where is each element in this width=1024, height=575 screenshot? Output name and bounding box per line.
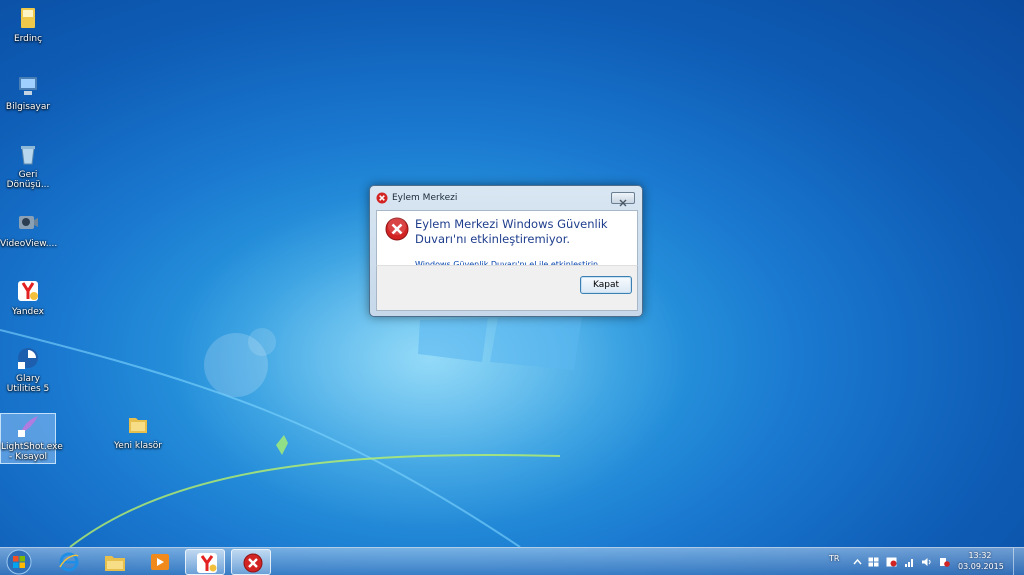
- computer-icon: [19, 77, 37, 95]
- taskbar-file-explorer[interactable]: [94, 549, 134, 575]
- desktop-icon-label: LightShot.exe - Kısayol: [1, 442, 63, 462]
- taskbar-internet-explorer[interactable]: [48, 549, 88, 575]
- volume-icon[interactable]: [921, 557, 932, 567]
- internet-explorer-icon: [59, 552, 79, 572]
- desktop-icon-label: Glary Utilities 5: [6, 374, 50, 394]
- taskbar-yandex[interactable]: [185, 549, 225, 575]
- clock-time: 13:32: [968, 551, 992, 560]
- desktop-icon-label: Erdinç: [13, 34, 43, 44]
- start-button[interactable]: [4, 549, 34, 575]
- desktop-icon-yeni-klasor[interactable]: Yeni klasör: [110, 413, 166, 451]
- desktop-icon-yandex[interactable]: Yandex: [0, 279, 56, 317]
- error-icon: [243, 553, 263, 573]
- file-explorer-icon: [105, 556, 125, 571]
- close-button[interactable]: Kapat: [580, 276, 632, 294]
- error-icon: [376, 192, 388, 204]
- desktop-icon-lightshot[interactable]: LightShot.exe - Kısayol: [0, 413, 63, 464]
- dialog-content: Eylem Merkezi Windows Güvenlik Duvarı'nı…: [376, 210, 638, 269]
- desktop-icon-label: Bilgisayar: [5, 102, 51, 112]
- glary-utilities-icon: [18, 348, 38, 369]
- desktop-icon-videoview[interactable]: VideoView....: [0, 211, 58, 249]
- folder-icon: [129, 418, 147, 433]
- windows-logo-icon: [6, 549, 32, 575]
- desktop-icon-glary-utilities[interactable]: Glary Utilities 5: [0, 346, 56, 394]
- user-folder-icon: [21, 8, 35, 28]
- show-desktop-button[interactable]: [1013, 548, 1024, 575]
- show-hidden-icons-arrow-icon[interactable]: [852, 557, 863, 567]
- dialog-titlebar[interactable]: Eylem Merkezi: [370, 186, 642, 210]
- action-center-dialog: Eylem Merkezi Eylem Merkezi Windows Güve…: [369, 185, 643, 317]
- dialog-message: Eylem Merkezi Windows Güvenlik Duvarı'nı…: [415, 217, 608, 246]
- yandex-browser-icon: [18, 281, 38, 301]
- taskbar: TR 13:32 03.09.2015: [0, 547, 1024, 575]
- media-player-icon: [151, 554, 169, 570]
- desktop-icon-label: Yandex: [12, 307, 44, 317]
- error-icon: [385, 217, 409, 241]
- desktop-icon-erdinc[interactable]: Erdinç: [0, 6, 56, 44]
- desktop-icon-bilgisayar[interactable]: Bilgisayar: [0, 74, 56, 112]
- dialog-close-button[interactable]: [611, 192, 635, 207]
- system-clock[interactable]: 13:32 03.09.2015: [958, 550, 1004, 572]
- action-center-flag-icon[interactable]: [868, 557, 879, 567]
- close-icon: [619, 199, 627, 207]
- network-signal-icon[interactable]: [904, 557, 915, 567]
- lightshot-icon: [18, 416, 38, 437]
- firewall-warning-icon[interactable]: [886, 557, 897, 567]
- video-app-icon: [19, 216, 38, 229]
- desktop-icon-recycle-bin[interactable]: Geri Dönüşü...: [0, 142, 56, 190]
- desktop-icon-label: Yeni klasör: [113, 441, 163, 451]
- desktop-icon-label: VideoView....: [0, 239, 58, 249]
- clock-date: 03.09.2015: [958, 562, 1004, 571]
- taskbar-media-player[interactable]: [139, 549, 179, 575]
- power-warning-icon[interactable]: [939, 557, 950, 567]
- language-indicator[interactable]: TR: [829, 554, 839, 563]
- yandex-browser-icon: [197, 553, 217, 573]
- dialog-title: Eylem Merkezi: [392, 193, 458, 203]
- desktop-icon-label: Geri Dönüşü...: [6, 170, 50, 190]
- dialog-footer: Kapat: [376, 265, 638, 311]
- taskbar-error-dialog[interactable]: [231, 549, 271, 575]
- recycle-bin-icon: [21, 146, 35, 165]
